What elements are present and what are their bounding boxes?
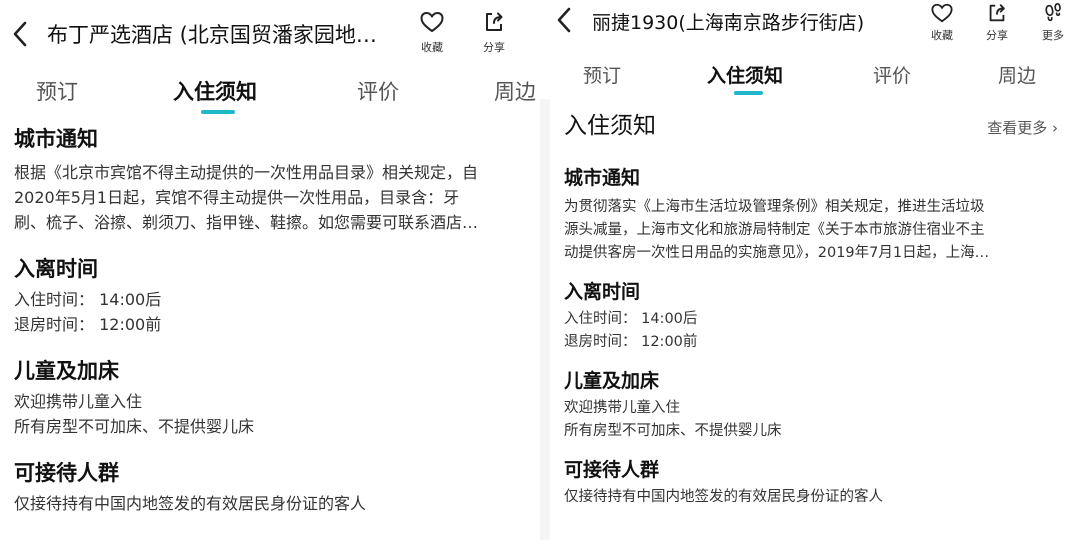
section-title: 可接待人群 [14,461,119,485]
checkin-time-section: 入离时间 入住时间： 14:00后 退房时间： 12:00前 [564,279,1060,354]
children-line: 所有房型不可加床、不提供婴儿床 [14,417,255,436]
share-button[interactable]: 分享 [472,10,516,55]
tab-bar: 预订 入住须知 评价 周边 [0,62,540,120]
view-more-link[interactable]: 查看更多 › [987,117,1058,138]
checkin-time: 入住时间： 14:00后 [14,290,162,309]
notice-line: 根据《北京市宾馆不得主动提供的一次性用品目录》相关规定，自 [14,163,479,182]
checkout-time: 退房时间： 12:00前 [14,315,162,334]
city-notice-section: 城市通知 为贯彻落实《上海市生活垃圾管理条例》相关规定，推进生活垃圾 源头减量，… [564,165,1060,265]
favorite-button[interactable]: 收藏 [920,2,964,43]
notice-card: 入住须知 查看更多 › 城市通知 为贯彻落实《上海市生活垃圾管理条例》相关规定，… [550,99,1080,540]
city-notice-section: 城市通知 根据《北京市宾馆不得主动提供的一次性用品目录》相关规定，自 2020年… [14,124,540,235]
notice-line: 刷、梳子、浴擦、剃须刀、指甲锉、鞋擦。如您需要可联系酒店… [14,213,479,232]
share-icon [486,12,503,31]
checkout-time: 退房时间： 12:00前 [564,334,698,350]
children-line: 欢迎携带儿童入住 [14,392,143,411]
header-bar: 布丁严选酒店 (北京国贸潘家园地… 收藏 分享 [0,0,540,62]
section-title: 城市通知 [564,167,641,189]
section-title: 儿童及加床 [14,359,119,383]
children-line: 欢迎携带儿童入住 [564,400,680,416]
tab-nearby[interactable]: 周边 [494,76,536,106]
checkin-time: 入住时间： 14:00后 [564,311,698,327]
hotel-title: 布丁严选酒店 (北京国贸潘家园地… [47,23,377,47]
active-tab-indicator [201,110,235,114]
section-title: 儿童及加床 [564,370,660,392]
guests-section: 可接待人群 仅接待持有中国内地签发的有效居民身份证的客人 [14,458,540,516]
children-section: 儿童及加床 欢迎携带儿童入住 所有房型不可加床、不提供婴儿床 [14,356,540,439]
share-button[interactable]: 分享 [975,2,1019,43]
notice-line: 为贯彻落实《上海市生活垃圾管理条例》相关规定，推进生活垃圾 [564,199,985,215]
right-hotel-screen: 丽捷1930(上海南京路步行街店) 收藏 分享 更多 预订 入住须知 评价 周边… [540,0,1080,540]
section-title: 入离时间 [14,257,98,281]
back-button[interactable] [554,6,580,36]
tab-nearby[interactable]: 周边 [998,61,1036,88]
card-title: 入住须知 [564,113,656,139]
chevron-left-icon [13,21,27,47]
checkin-time-section: 入离时间 入住时间： 14:00后 退房时间： 12:00前 [14,254,540,337]
chevron-left-icon [557,7,571,33]
more-label: 更多 [1042,29,1064,42]
section-title: 入离时间 [564,281,641,303]
share-icon [989,4,1005,22]
children-section: 儿童及加床 欢迎携带儿童入住 所有房型不可加床、不提供婴儿床 [564,368,1060,443]
heart-icon [420,11,444,33]
guests-line: 仅接待持有中国内地签发的有效居民身份证的客人 [14,494,367,513]
tab-booking[interactable]: 预订 [583,61,621,88]
tab-booking[interactable]: 预订 [36,76,78,106]
tab-reviews[interactable]: 评价 [357,76,399,106]
notice-line: 动提供客房一次性日用品的实施意见》，2019年7月1日起，上海… [564,245,990,261]
notice-content: 城市通知 根据《北京市宾馆不得主动提供的一次性用品目录》相关规定，自 2020年… [14,124,540,516]
guests-line: 仅接待持有中国内地签发的有效居民身份证的客人 [564,489,883,505]
notice-line: 源头减量，上海市文化和旅游局特制定《关于本市旅游住宿业不主 [564,222,985,238]
header-bar: 丽捷1930(上海南京路步行街店) 收藏 分享 更多 [540,0,1080,56]
left-hotel-screen: 布丁严选酒店 (北京国贸潘家园地… 收藏 分享 预订 入住须知 评价 周边 城市… [0,0,540,540]
children-line: 所有房型不可加床、不提供婴儿床 [564,423,782,439]
hotel-title: 丽捷1930(上海南京路步行街店) [592,12,865,34]
tab-bar: 预订 入住须知 评价 周边 [540,56,1080,99]
notice-content: 城市通知 为贯彻落实《上海市生活垃圾管理条例》相关规定，推进生活垃圾 源头减量，… [564,165,1060,509]
back-button[interactable] [10,20,36,50]
footprint-icon [1045,3,1061,22]
share-label: 分享 [483,41,505,54]
heart-icon [931,3,953,23]
active-tab-indicator [734,91,763,95]
tab-checkin-notice[interactable]: 入住须知 [707,61,783,88]
tab-reviews[interactable]: 评价 [873,61,911,88]
favorite-button[interactable]: 收藏 [410,10,454,55]
more-button[interactable]: 更多 [1031,2,1075,43]
section-title: 城市通知 [14,127,98,151]
section-title: 可接待人群 [564,459,660,481]
favorite-label: 收藏 [931,29,953,42]
notice-line: 2020年5月1日起，宾馆不得主动提供一次性用品，目录含：牙 [14,188,460,207]
card-header: 入住须知 查看更多 › [564,111,1058,141]
favorite-label: 收藏 [421,41,443,54]
guests-section: 可接待人群 仅接待持有中国内地签发的有效居民身份证的客人 [564,457,1060,509]
share-label: 分享 [986,29,1008,42]
tab-checkin-notice[interactable]: 入住须知 [173,76,257,106]
